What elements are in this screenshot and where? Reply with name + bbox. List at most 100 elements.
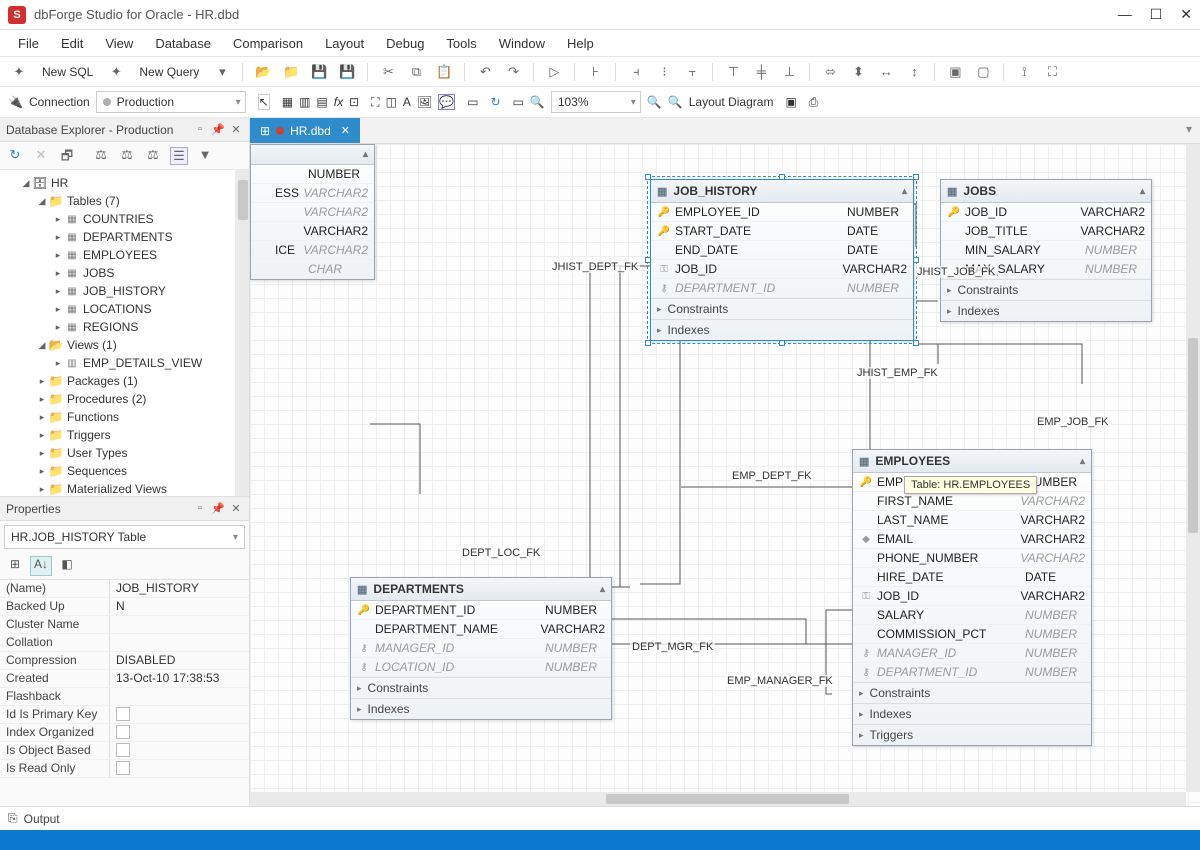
canvas-v-scrollbar[interactable] xyxy=(1186,144,1200,792)
column-row[interactable]: CHAR xyxy=(251,260,374,279)
align-mid-icon[interactable]: ╪ xyxy=(750,61,772,83)
property-row[interactable]: Index Organized xyxy=(0,724,249,742)
column-row[interactable]: 🔑START_DATEDATE xyxy=(651,222,913,241)
expand-icon[interactable]: ⛶ xyxy=(1041,61,1063,83)
menu-file[interactable]: File xyxy=(8,32,49,55)
properties-grid[interactable]: (Name)JOB_HISTORYBacked UpNCluster NameC… xyxy=(0,579,249,806)
column-row[interactable]: VARCHAR2 xyxy=(251,203,374,222)
size-w-icon[interactable]: ↔ xyxy=(875,61,897,83)
tree-matviews[interactable]: ▸📁Materialized Views xyxy=(0,480,249,496)
entity-job-history[interactable]: ▦JOB_HISTORY▴ 🔑EMPLOYEE_IDNUMBER🔑START_D… xyxy=(650,179,914,341)
dropdown-icon[interactable]: ▾ xyxy=(211,61,233,83)
sparkle2-icon[interactable]: ✦ xyxy=(105,61,127,83)
tree-packages[interactable]: ▸📁Packages (1) xyxy=(0,372,249,390)
stamp-icon[interactable]: ◫ xyxy=(386,95,397,109)
property-row[interactable]: Collation xyxy=(0,634,249,652)
zoom-fit-icon[interactable]: ▭ xyxy=(513,95,524,109)
tree-view-empdetails[interactable]: ▸▥EMP_DETAILS_VIEW xyxy=(0,354,249,372)
column-row[interactable]: ⚷MANAGER_IDNUMBER xyxy=(853,644,1091,663)
delete-icon[interactable]: ✕ xyxy=(32,147,50,165)
run-icon[interactable]: ▷ xyxy=(543,61,565,83)
column-row[interactable]: ⚷MANAGER_IDNUMBER xyxy=(351,639,611,658)
column-row[interactable]: DEPARTMENT_NAMEVARCHAR2 xyxy=(351,620,611,639)
output-label[interactable]: Output xyxy=(24,812,60,826)
menu-debug[interactable]: Debug xyxy=(376,32,434,55)
property-row[interactable]: Id Is Primary Key xyxy=(0,706,249,724)
prop-pin-icon[interactable]: 📌 xyxy=(211,502,225,516)
sparkle-icon[interactable]: ✦ xyxy=(8,61,30,83)
column-row[interactable]: ESSVARCHAR2 xyxy=(251,184,374,203)
entity-departments[interactable]: ▦DEPARTMENTS▴ 🔑DEPARTMENT_IDNUMBERDEPART… xyxy=(350,577,612,720)
column-row[interactable]: ⚷DEPARTMENT_IDNUMBER xyxy=(651,279,913,298)
diagram-canvas[interactable]: ▴ NUMBERESSVARCHAR2VARCHAR2VARCHAR2ICEVA… xyxy=(250,144,1200,806)
property-row[interactable]: Cluster Name xyxy=(0,616,249,634)
property-row[interactable]: Flashback Archiv... xyxy=(0,688,249,706)
new-sql-button[interactable]: New SQL xyxy=(36,63,99,81)
tree-table-countries[interactable]: ▸▦COUNTRIES xyxy=(0,210,249,228)
column-row[interactable]: SALARYNUMBER xyxy=(853,606,1091,625)
grid1-icon[interactable]: ▦ xyxy=(282,95,293,109)
save-icon[interactable]: 💾 xyxy=(308,61,330,83)
prop-categorized-icon[interactable]: ⊞ xyxy=(4,556,26,576)
align-top-icon[interactable]: ⊤ xyxy=(722,61,744,83)
note-icon[interactable]: 💬 xyxy=(438,94,455,110)
column-row[interactable]: 🔑EMPLOYEE_IDNUMBER xyxy=(651,203,913,222)
undo-icon[interactable]: ↶ xyxy=(474,61,496,83)
grid3-icon[interactable]: ▤ xyxy=(316,95,327,109)
funnel-icon[interactable]: ▼ xyxy=(196,147,214,165)
plug-icon[interactable]: 🔌 xyxy=(8,95,23,109)
tree-table-jobhistory[interactable]: ▸▦JOB_HISTORY xyxy=(0,282,249,300)
saveall-icon[interactable]: 💾 xyxy=(336,61,358,83)
column-row[interactable]: MIN_SALARYNUMBER xyxy=(941,241,1151,260)
filter1-icon[interactable]: ⚖ xyxy=(92,147,110,165)
pointer-icon[interactable]: ↖ xyxy=(258,94,270,110)
menu-help[interactable]: Help xyxy=(557,32,604,55)
tree-table-locations[interactable]: ▸▦LOCATIONS xyxy=(0,300,249,318)
crop-icon[interactable]: ⛶ xyxy=(371,95,379,110)
entity-jobs[interactable]: ▦JOBS▴ 🔑JOB_IDVARCHAR2JOB_TITLEVARCHAR2M… xyxy=(940,179,1152,322)
column-row[interactable]: COMMISSION_PCTNUMBER xyxy=(853,625,1091,644)
tree-triggers[interactable]: ▸📁Triggers xyxy=(0,426,249,444)
close-panel-icon[interactable]: ✕ xyxy=(229,123,243,137)
front-icon[interactable]: ▣ xyxy=(944,61,966,83)
prop-alpha-icon[interactable]: A↓ xyxy=(30,556,52,576)
align-right-icon[interactable]: ⫟ xyxy=(681,61,703,83)
column-row[interactable]: ⚿JOB_IDVARCHAR2 xyxy=(853,587,1091,606)
maximize-button[interactable]: ☐ xyxy=(1150,6,1163,23)
dist-h-icon[interactable]: ⬄ xyxy=(819,61,841,83)
cut-icon[interactable]: ✂ xyxy=(377,61,399,83)
minimize-button[interactable]: — xyxy=(1118,6,1132,23)
property-row[interactable]: Created13-Oct-10 17:38:53 xyxy=(0,670,249,688)
menu-comparison[interactable]: Comparison xyxy=(223,32,313,55)
redo-icon[interactable]: ↷ xyxy=(502,61,524,83)
pin-icon[interactable]: 📌 xyxy=(211,123,225,137)
refresh-icon[interactable]: ↻ xyxy=(490,95,500,109)
menu-tools[interactable]: Tools xyxy=(436,32,486,55)
node-icon[interactable]: ⊡ xyxy=(349,95,359,109)
property-row[interactable]: (Name)JOB_HISTORY xyxy=(0,580,249,598)
layout-diagram-button[interactable]: Layout Diagram xyxy=(689,95,774,109)
menu-database[interactable]: Database xyxy=(145,32,221,55)
back-icon[interactable]: ▢ xyxy=(972,61,994,83)
tree-functions[interactable]: ▸📁Functions xyxy=(0,408,249,426)
filter2-icon[interactable]: ⚖ xyxy=(118,147,136,165)
prop-windowpos-icon[interactable]: ▫ xyxy=(193,502,207,516)
export-icon[interactable]: ⎙ xyxy=(809,95,819,110)
column-row[interactable]: ICEVARCHAR2 xyxy=(251,241,374,260)
prop-close-icon[interactable]: ✕ xyxy=(229,502,243,516)
tab-hr-dbd[interactable]: ⊞ HR.dbd ✕ xyxy=(250,118,360,143)
column-row[interactable]: ⚷DEPARTMENT_IDNUMBER xyxy=(853,663,1091,682)
menu-view[interactable]: View xyxy=(95,32,143,55)
column-row[interactable]: HIRE_DATEDATE xyxy=(853,568,1091,587)
entity-partial[interactable]: ▴ NUMBERESSVARCHAR2VARCHAR2VARCHAR2ICEVA… xyxy=(250,144,375,280)
align-bot-icon[interactable]: ⊥ xyxy=(778,61,800,83)
column-row[interactable]: JOB_TITLEVARCHAR2 xyxy=(941,222,1151,241)
menu-window[interactable]: Window xyxy=(489,32,555,55)
dist-v-icon[interactable]: ⬍ xyxy=(847,61,869,83)
tab-menu-icon[interactable]: ▾ xyxy=(1178,118,1200,143)
tree-table-employees[interactable]: ▸▦EMPLOYEES xyxy=(0,246,249,264)
column-row[interactable]: VARCHAR2 xyxy=(251,222,374,241)
tree-sequences[interactable]: ▸📁Sequences xyxy=(0,462,249,480)
paste-icon[interactable]: 📋 xyxy=(433,61,455,83)
grid2-icon[interactable]: ▥ xyxy=(299,95,310,109)
